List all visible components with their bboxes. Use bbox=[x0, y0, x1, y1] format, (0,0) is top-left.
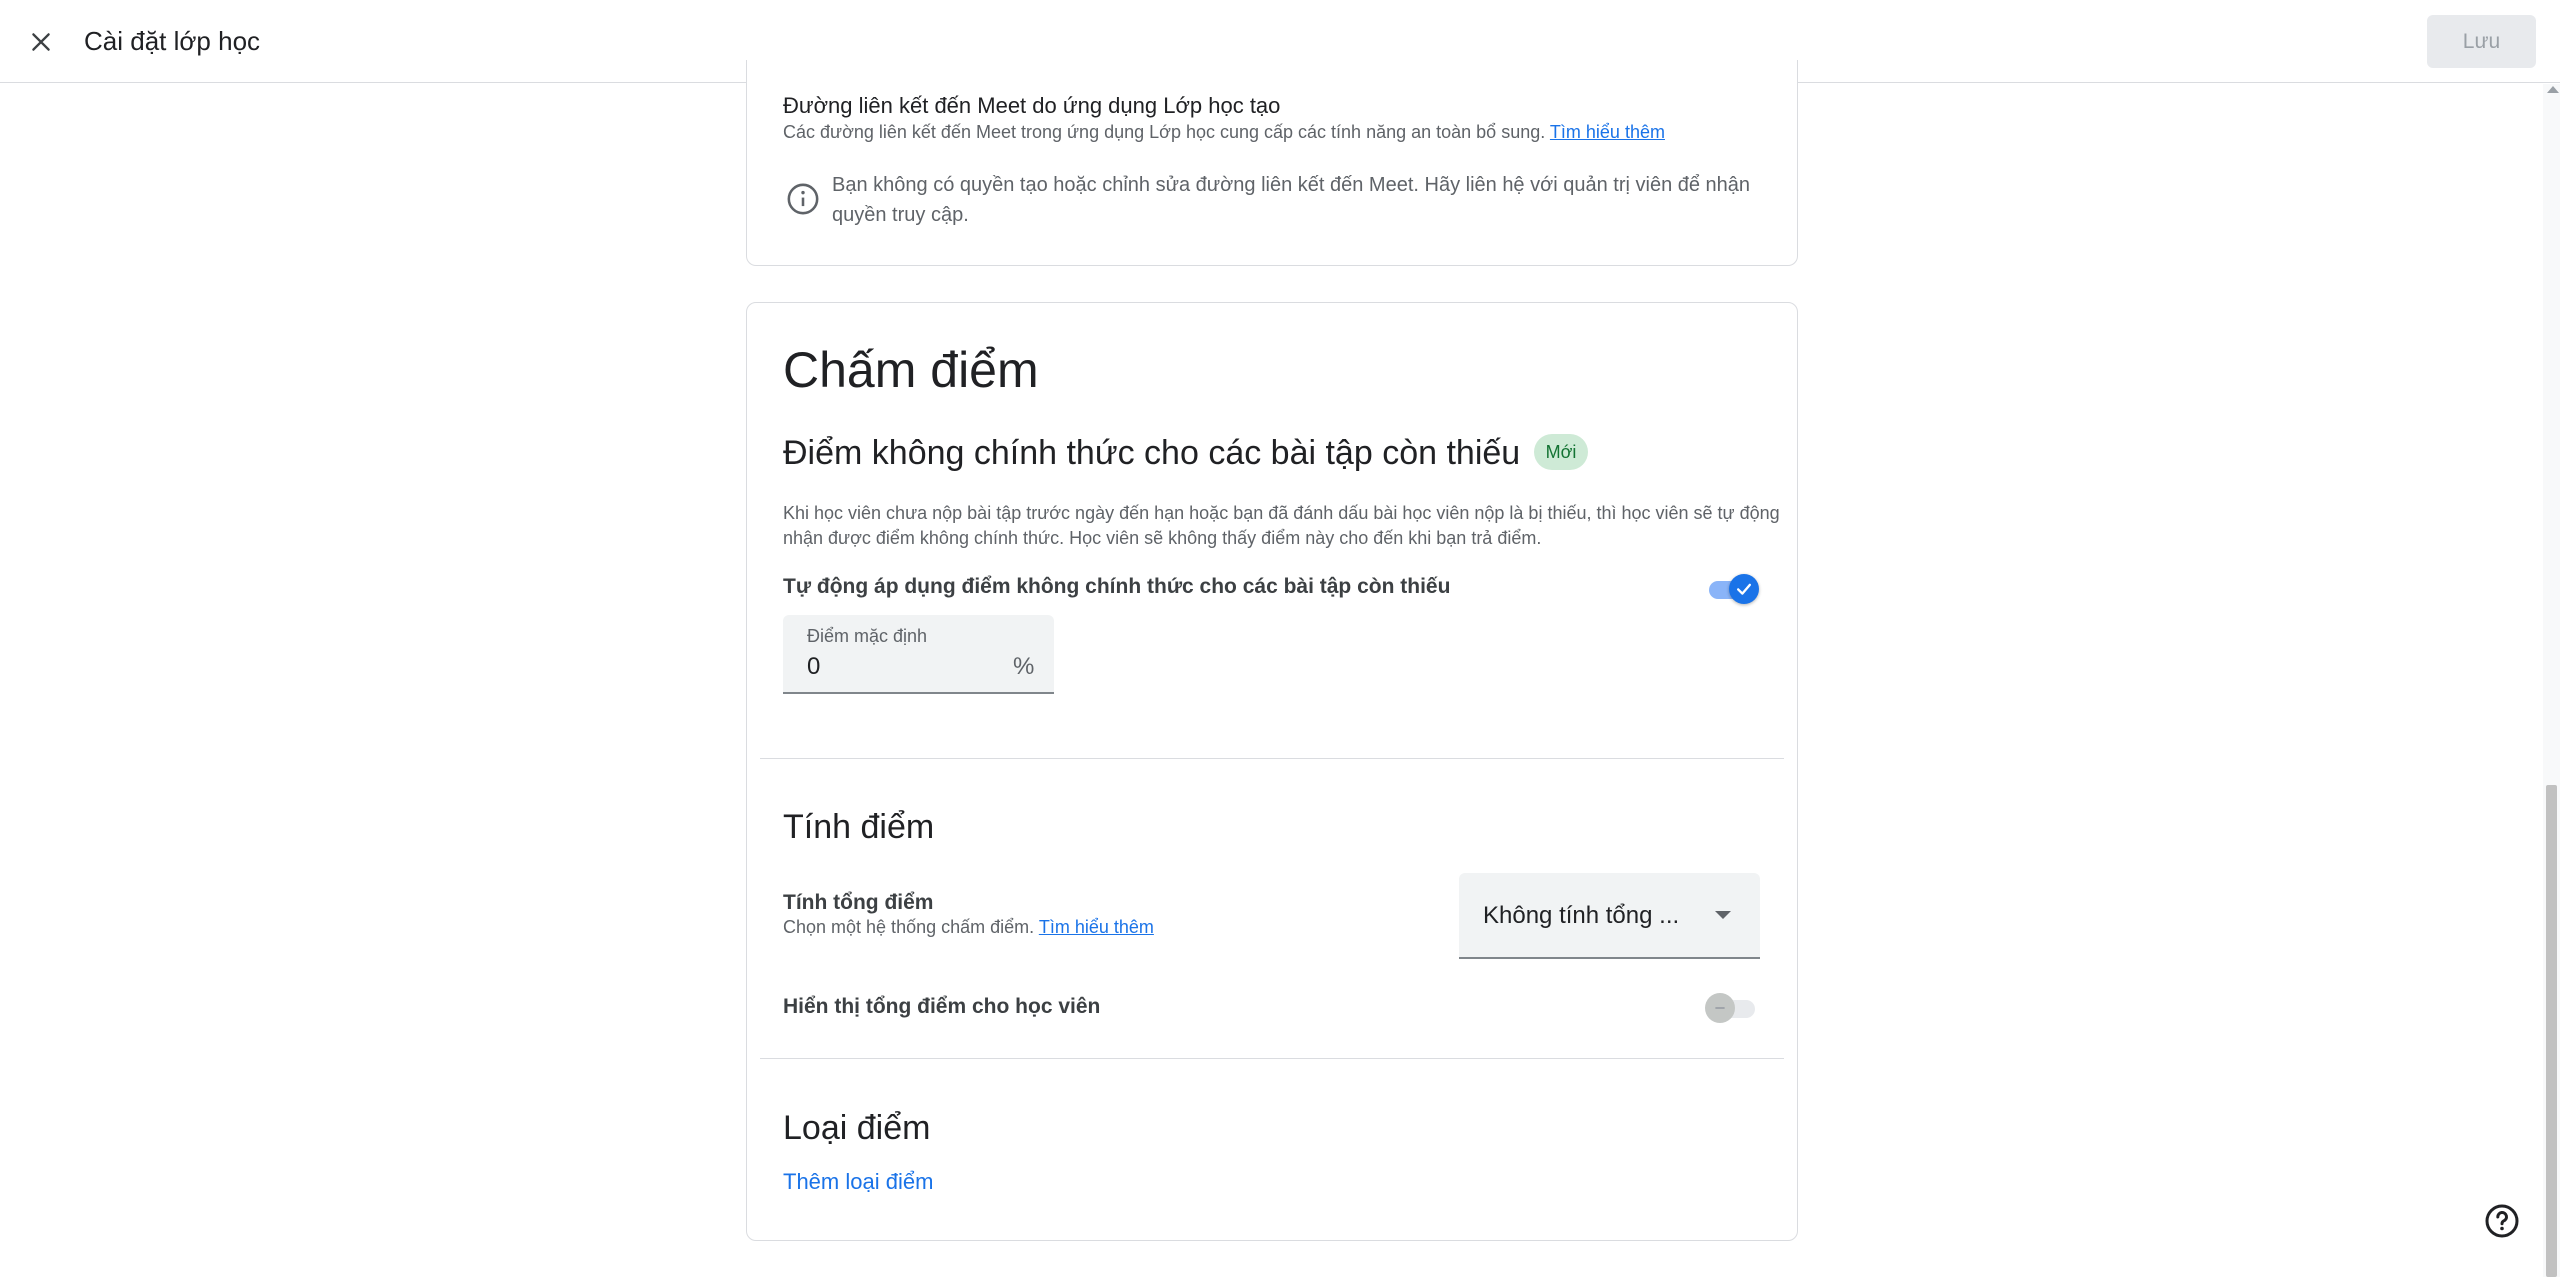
grade-calculation-value: Không tính tổng ... bbox=[1483, 902, 1680, 929]
scrollbar-thumb[interactable] bbox=[2546, 785, 2557, 1277]
show-overall-grade-toggle[interactable] bbox=[1705, 993, 1759, 1023]
minus-icon bbox=[1715, 1007, 1725, 1009]
toggle-knob bbox=[1729, 574, 1759, 604]
draft-grades-description: Khi học viên chưa nộp bài tập trước ngày… bbox=[783, 503, 1780, 548]
meet-links-card: Đường liên kết đến Meet do ứng dụng Lớp … bbox=[746, 60, 1798, 266]
meet-description-text: Các đường liên kết đến Meet trong ứng dụ… bbox=[783, 122, 1546, 142]
calc-learn-more-link[interactable]: Tìm hiểu thêm bbox=[1039, 917, 1154, 937]
meet-section-title: Đường liên kết đến Meet do ứng dụng Lớp … bbox=[783, 93, 1281, 118]
grading-card: Chấm điểm Điểm không chính thức cho các … bbox=[746, 302, 1798, 1241]
overall-grade-desc-text: Chọn một hệ thống chấm điểm. bbox=[783, 917, 1035, 937]
info-icon bbox=[787, 183, 819, 215]
check-icon bbox=[1737, 583, 1751, 595]
divider bbox=[760, 758, 1784, 759]
close-button[interactable] bbox=[20, 21, 62, 63]
overall-grade-description: Chọn một hệ thống chấm điểm. Tìm hiểu th… bbox=[783, 917, 1154, 938]
default-grade-field[interactable]: Điểm mặc định 0 % bbox=[783, 615, 1054, 694]
help-icon[interactable] bbox=[2484, 1203, 2520, 1239]
meet-section-description: Các đường liên kết đến Meet trong ứng dụ… bbox=[783, 122, 1665, 143]
grading-title: Chấm điểm bbox=[783, 342, 1039, 398]
show-overall-grade-label: Hiển thị tổng điểm cho học viên bbox=[783, 995, 1101, 1018]
percent-suffix: % bbox=[1013, 653, 1035, 680]
auto-apply-toggle[interactable] bbox=[1705, 574, 1759, 604]
save-button[interactable]: Lưu bbox=[2427, 15, 2536, 68]
page-title: Cài đặt lớp học bbox=[84, 26, 261, 56]
grade-calculation-select[interactable]: Không tính tổng ... bbox=[1459, 873, 1760, 959]
draft-grades-title: Điểm không chính thức cho các bài tập cò… bbox=[783, 434, 1521, 472]
scroll-up-arrow[interactable] bbox=[2547, 86, 2559, 93]
meet-permission-notice: Bạn không có quyền tạo hoặc chỉnh sửa đư… bbox=[832, 174, 1751, 226]
overall-grade-label: Tính tổng điểm bbox=[783, 891, 934, 914]
add-grade-category-button[interactable]: Thêm loại điểm bbox=[783, 1169, 933, 1195]
new-badge: Mới bbox=[1534, 434, 1588, 470]
grade-calculation-title: Tính điểm bbox=[783, 808, 935, 846]
close-icon bbox=[32, 33, 50, 51]
toggle-knob bbox=[1705, 993, 1735, 1023]
divider bbox=[760, 1058, 1784, 1059]
default-grade-input[interactable]: 0 bbox=[807, 653, 820, 681]
auto-apply-label: Tự động áp dụng điểm không chính thức ch… bbox=[783, 575, 1451, 598]
meet-learn-more-link[interactable]: Tìm hiểu thêm bbox=[1550, 122, 1665, 142]
default-grade-label: Điểm mặc định bbox=[807, 626, 928, 646]
grade-categories-title: Loại điểm bbox=[783, 1109, 931, 1147]
dropdown-arrow-icon bbox=[1715, 911, 1731, 919]
